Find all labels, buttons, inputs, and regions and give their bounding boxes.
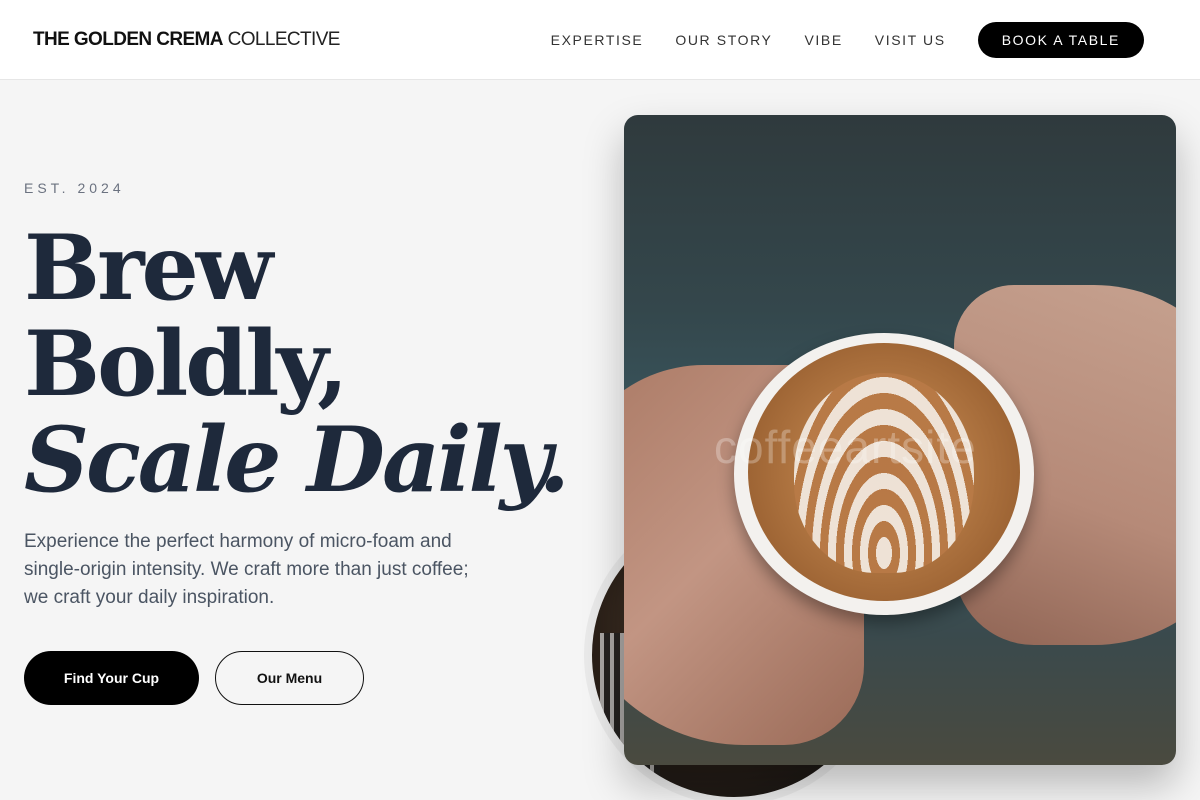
headline-line-1: Brew <box>24 215 273 321</box>
hero-headline: Brew Boldly, Scale Daily. <box>24 215 570 513</box>
brand-logo[interactable]: THE GOLDEN CREMA COLLECTIVE <box>33 29 340 51</box>
photo-watermark: coffeeartsite <box>714 421 977 473</box>
eyebrow-text: EST. 2024 <box>24 180 125 196</box>
nav-expertise[interactable]: EXPERTISE <box>551 32 644 48</box>
logo-bold: THE GOLDEN CREMA <box>33 29 224 50</box>
nav-visit-us[interactable]: VISIT US <box>875 32 946 48</box>
find-your-cup-button[interactable]: Find Your Cup <box>24 651 199 705</box>
site-header: THE GOLDEN CREMA COLLECTIVE EXPERTISE OU… <box>0 0 1200 80</box>
headline-line-2: Boldly, <box>24 311 348 417</box>
nav-vibe[interactable]: VIBE <box>804 32 842 48</box>
nav-our-story[interactable]: OUR STORY <box>675 32 772 48</box>
book-table-button[interactable]: BOOK A TABLE <box>977 22 1144 58</box>
headline-line-3: Scale Daily. <box>24 407 570 513</box>
hero-description: Experience the perfect harmony of micro-… <box>24 531 469 608</box>
our-menu-button[interactable]: Our Menu <box>215 651 364 705</box>
logo-light: COLLECTIVE <box>227 29 341 50</box>
main-nav: EXPERTISE OUR STORY VIBE VISIT US BOOK A… <box>551 22 1176 58</box>
